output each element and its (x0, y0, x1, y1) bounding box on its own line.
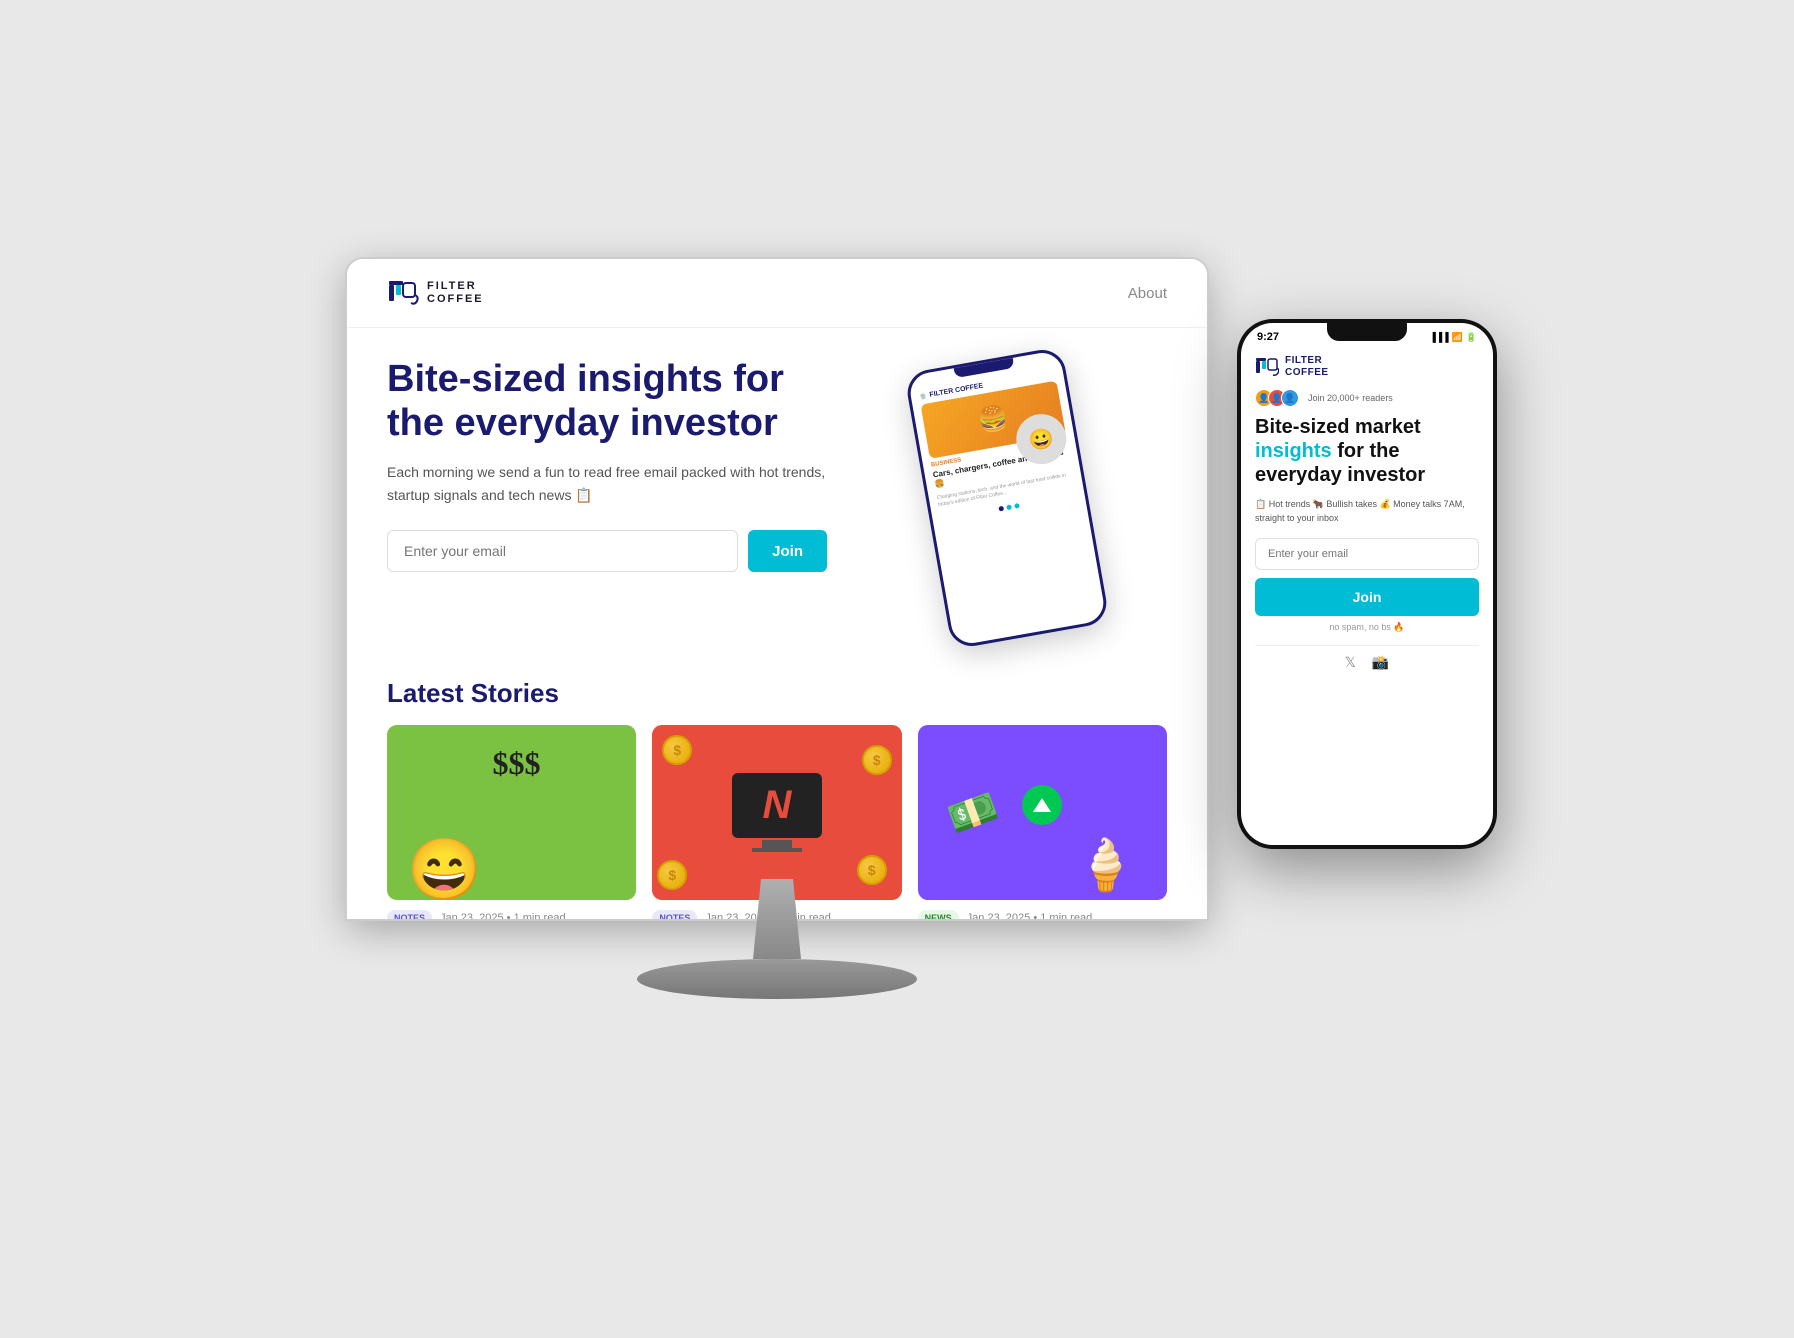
mobile-notch (1327, 323, 1407, 341)
mobile-headline: Bite-sized market insights for the every… (1255, 415, 1479, 487)
mobile-logo-text: Filter Coffee (1285, 355, 1329, 379)
monitor: Filter Coffee About Bite-sized insights … (297, 259, 1257, 1039)
ice-cream: 🍦 (1075, 836, 1137, 895)
mobile-social: 𝕏 📸 (1255, 654, 1479, 671)
mobile-no-spam: no spam, no bs 🔥 (1255, 622, 1479, 633)
hero-section: Bite-sized insights for the everyday inv… (347, 328, 1207, 658)
dot-3 (1014, 503, 1020, 509)
arrow-up-icon (1022, 785, 1062, 825)
story-card-3[interactable]: 💵 🍦 NEWS Jan 23, 2025 • 1 min read HUL i… (918, 725, 1167, 919)
dot-2 (1006, 504, 1012, 510)
mobile-readers-badge: 👤 👤 👤 Join 20,000+ readers (1255, 389, 1479, 407)
story-date-1: Jan 23, 2025 • 1 min read (440, 912, 566, 919)
status-icons: ▐▐▐ 📶 🔋 (1429, 332, 1477, 343)
mobile-logo-icon (1255, 355, 1279, 379)
story-meta-3: NEWS Jan 23, 2025 • 1 min read (918, 910, 1167, 919)
instagram-icon[interactable]: 📸 (1372, 654, 1389, 671)
coin-4: $ (857, 855, 887, 885)
dot-1 (998, 506, 1004, 512)
readers-avatars: 👤 👤 👤 (1255, 389, 1294, 407)
logo-icon (387, 277, 419, 309)
story-date-3: Jan 23, 2025 • 1 min read (967, 912, 1093, 919)
mini-phone-mockup: 🍵 FILTER COFFEE 🍔 😀 BUSINESS Cars, charg… (904, 346, 1110, 650)
logo: Filter Coffee (387, 277, 484, 309)
readers-text: Join 20,000+ readers (1308, 393, 1393, 403)
netflix-base (752, 848, 802, 852)
hero-form: Join (387, 530, 827, 572)
monitor-stand-base (637, 959, 917, 999)
mini-phone-content: 🍵 FILTER COFFEE 🍔 😀 BUSINESS Cars, charg… (910, 363, 1086, 526)
story-tag-1: NOTES (387, 910, 432, 919)
coin-2: $ (862, 745, 892, 775)
coin-3: $ (657, 860, 687, 890)
battery-icon: 🔋 (1466, 332, 1477, 343)
stories-title: Latest Stories (387, 678, 1167, 709)
story-meta-1: NOTES Jan 23, 2025 • 1 min read (387, 910, 636, 919)
logo-line2: Coffee (427, 293, 484, 306)
signal-icon: ▐▐▐ (1429, 332, 1448, 342)
hero-subtitle: Each morning we send a fun to read free … (387, 461, 827, 506)
email-input[interactable] (387, 530, 738, 572)
avatar-3: 👤 (1281, 389, 1299, 407)
story-card-1[interactable]: $$$ 😄 NOTES Jan 23, 2025 • 1 min read Th… (387, 725, 636, 919)
join-button[interactable]: Join (748, 530, 827, 572)
site-nav: Filter Coffee About (347, 259, 1207, 328)
monitor-screen: Filter Coffee About Bite-sized insights … (347, 259, 1207, 919)
face-1: 😄 (407, 810, 507, 900)
wifi-icon: 📶 (1452, 332, 1463, 343)
netflix-monitor: N (732, 773, 822, 838)
mobile-logo: Filter Coffee (1255, 355, 1479, 379)
story-image-2: N $ $ $ $ (652, 725, 901, 900)
twitter-icon[interactable]: 𝕏 (1345, 654, 1356, 671)
mobile-phone-inner: 9:27 ▐▐▐ 📶 🔋 (1241, 323, 1493, 845)
scene: Filter Coffee About Bite-sized insights … (297, 259, 1497, 1079)
mobile-content: Filter Coffee 👤 👤 👤 Join 20,000+ readers (1241, 347, 1493, 679)
coin-1: $ (662, 735, 692, 765)
story-image-1: $$$ 😄 (387, 725, 636, 900)
mobile-join-button[interactable]: Join (1255, 578, 1479, 616)
story-tag-2: NOTES (652, 910, 697, 919)
netflix-display: N (732, 773, 822, 852)
story-image-3: 💵 🍦 (918, 725, 1167, 900)
mobile-headline-highlight: insights (1255, 440, 1332, 462)
website: Filter Coffee About Bite-sized insights … (347, 259, 1207, 919)
mobile-divider (1255, 645, 1479, 646)
mobile-headline-part1: Bite-sized market (1255, 416, 1421, 438)
hero-title: Bite-sized insights for the everyday inv… (387, 358, 827, 445)
dollar-signs: $$$ (492, 745, 540, 782)
mobile-logo-line1: Filter (1285, 355, 1329, 367)
netflix-stand (762, 840, 792, 848)
money-hand: 💵 (941, 782, 1004, 843)
mobile-logo-line2: Coffee (1285, 367, 1329, 379)
status-time: 9:27 (1257, 331, 1279, 343)
logo-line1: Filter (427, 280, 484, 293)
face-emoji-1: 😄 (407, 840, 482, 900)
mobile-phone: 9:27 ▐▐▐ 📶 🔋 (1237, 319, 1497, 849)
logo-text: Filter Coffee (427, 280, 484, 306)
story-tag-3: NEWS (918, 910, 959, 919)
mobile-features: 📋 Hot trends 🐂 Bullish takes 💰 Money tal… (1255, 497, 1479, 526)
mobile-email-input[interactable] (1255, 538, 1479, 570)
netflix-logo: N (763, 783, 792, 828)
nav-about-link[interactable]: About (1128, 285, 1167, 302)
hero-right: 🍵 FILTER COFFEE 🍔 😀 BUSINESS Cars, charg… (867, 358, 1147, 638)
hero-left: Bite-sized insights for the everyday inv… (387, 358, 827, 638)
